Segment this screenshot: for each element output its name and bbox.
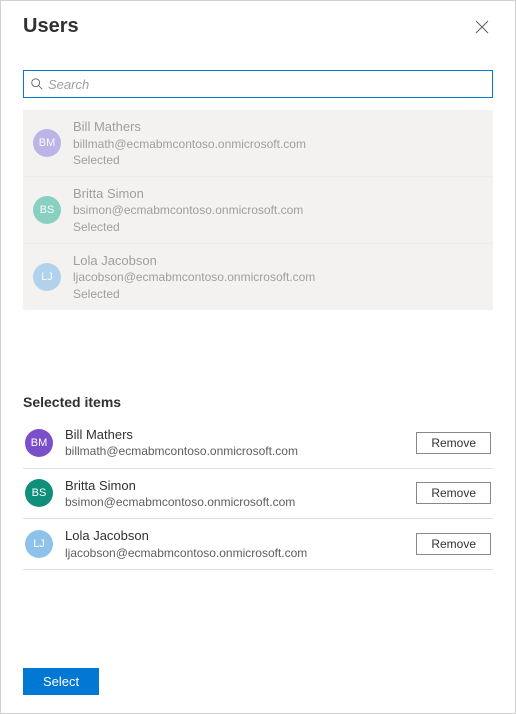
selected-name: Lola Jacobson [65,527,307,545]
selected-text: Lola Jacobson ljacobson@ecmabmcontoso.on… [65,527,307,561]
avatar: LJ [25,530,53,558]
result-row[interactable]: BS Britta Simon bsimon@ecmabmcontoso.onm… [23,177,493,244]
search-input[interactable] [48,77,486,92]
remove-button[interactable]: Remove [416,533,491,555]
selected-text: Britta Simon bsimon@ecmabmcontoso.onmicr… [65,477,295,511]
result-status: Selected [73,219,303,235]
search-icon [30,77,44,91]
result-email: billmath@ecmabmcontoso.onmicrosoft.com [73,136,306,152]
result-text: Britta Simon bsimon@ecmabmcontoso.onmicr… [73,185,303,235]
result-text: Lola Jacobson ljacobson@ecmabmcontoso.on… [73,252,315,302]
remove-button[interactable]: Remove [416,432,491,454]
close-icon [475,20,489,34]
search-results: BM Bill Mathers billmath@ecmabmcontoso.o… [23,110,493,310]
selected-row: LJ Lola Jacobson ljacobson@ecmabmcontoso… [23,519,493,570]
remove-button[interactable]: Remove [416,482,491,504]
close-button[interactable] [471,16,493,38]
avatar: BS [33,196,61,224]
avatar: BM [25,429,53,457]
result-status: Selected [73,286,315,302]
page-title: Users [23,15,79,38]
result-row[interactable]: BM Bill Mathers billmath@ecmabmcontoso.o… [23,110,493,177]
selected-email: bsimon@ecmabmcontoso.onmicrosoft.com [65,494,295,510]
selected-email: ljacobson@ecmabmcontoso.onmicrosoft.com [65,545,307,561]
result-text: Bill Mathers billmath@ecmabmcontoso.onmi… [73,118,306,168]
result-name: Bill Mathers [73,118,306,136]
search-field[interactable] [23,70,493,98]
result-email: bsimon@ecmabmcontoso.onmicrosoft.com [73,202,303,218]
select-button[interactable]: Select [23,668,99,695]
result-name: Lola Jacobson [73,252,315,270]
selected-items-heading: Selected items [23,394,493,410]
selected-text: Bill Mathers billmath@ecmabmcontoso.onmi… [65,426,298,460]
selected-email: billmath@ecmabmcontoso.onmicrosoft.com [65,443,298,459]
result-row[interactable]: LJ Lola Jacobson ljacobson@ecmabmcontoso… [23,244,493,310]
avatar: BM [33,129,61,157]
selected-name: Bill Mathers [65,426,298,444]
avatar: LJ [33,263,61,291]
avatar: BS [25,479,53,507]
selected-name: Britta Simon [65,477,295,495]
result-name: Britta Simon [73,185,303,203]
result-email: ljacobson@ecmabmcontoso.onmicrosoft.com [73,269,315,285]
selected-items-list: BM Bill Mathers billmath@ecmabmcontoso.o… [23,418,493,570]
selected-row: BM Bill Mathers billmath@ecmabmcontoso.o… [23,418,493,469]
selected-row: BS Britta Simon bsimon@ecmabmcontoso.onm… [23,469,493,520]
result-status: Selected [73,152,306,168]
